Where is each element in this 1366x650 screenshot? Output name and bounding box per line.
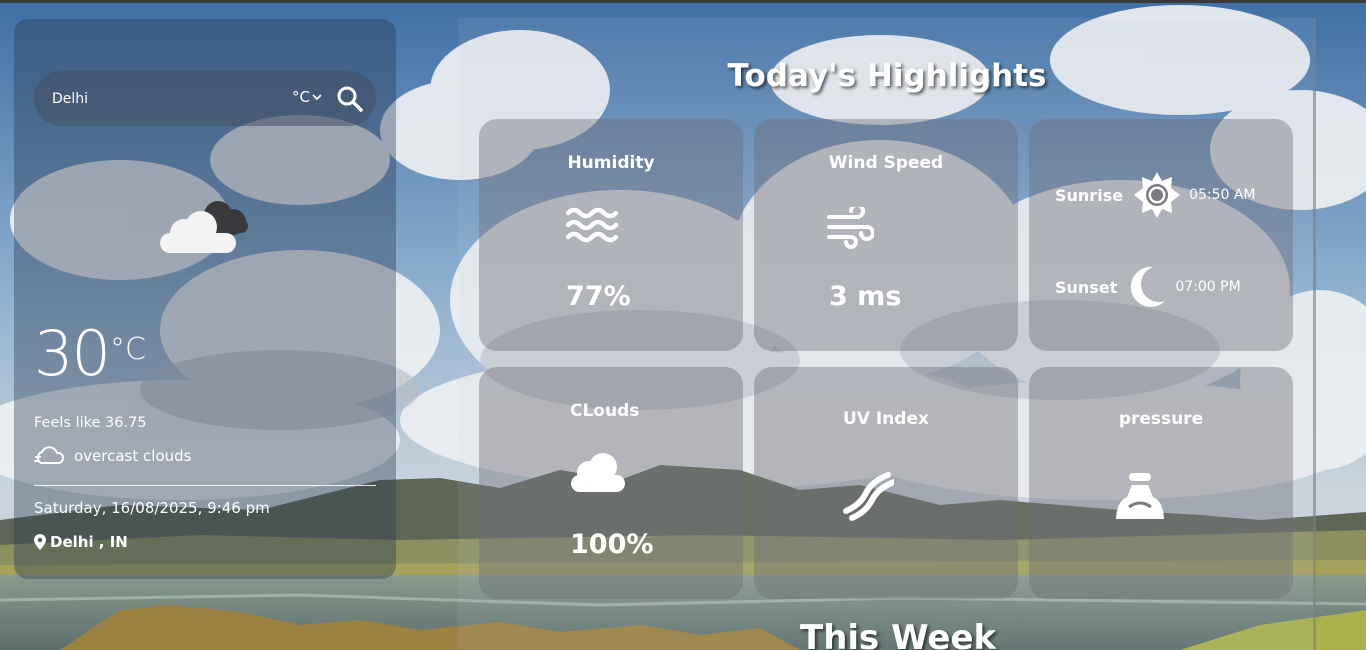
unit-select[interactable]: °C bbox=[292, 88, 322, 106]
humidity-label: Humidity bbox=[567, 153, 655, 173]
sunset-row: Sunset 07:00 PM bbox=[1055, 265, 1241, 309]
search-icon[interactable] bbox=[336, 85, 364, 113]
search-bar: °C bbox=[34, 71, 376, 126]
humidity-card: Humidity 77% bbox=[479, 119, 743, 351]
clouds-value: 100% bbox=[570, 529, 654, 560]
feels-like: Feels like 36.75 bbox=[34, 415, 147, 431]
location-name: Delhi , IN bbox=[50, 533, 128, 551]
cloud-icon bbox=[571, 453, 625, 492]
sunrise-time: 05:50 AM bbox=[1189, 187, 1256, 203]
current-temperature: 30 bbox=[34, 317, 111, 390]
uv-index-icon bbox=[843, 472, 894, 521]
moon-icon bbox=[1131, 266, 1166, 307]
sunrise-sunset-card: Sunrise 05:50 AM Sunset 07:00 PM bbox=[1029, 119, 1293, 351]
unit-select-label: °C bbox=[292, 88, 310, 106]
sunset-time: 07:00 PM bbox=[1175, 279, 1241, 295]
humidity-value: 77% bbox=[566, 281, 631, 312]
cloud-overcast-icon bbox=[160, 201, 248, 253]
humidity-waves-icon bbox=[565, 207, 619, 243]
cloud-outline-icon bbox=[34, 446, 65, 464]
sun-icon bbox=[1134, 172, 1181, 218]
top-border bbox=[0, 0, 1366, 3]
pressure-label: pressure bbox=[1118, 409, 1204, 429]
divider bbox=[34, 485, 376, 486]
sunrise-row: Sunrise 05:50 AM bbox=[1055, 171, 1256, 219]
wind-speed-label: Wind Speed bbox=[828, 153, 944, 173]
temperature-unit: °C bbox=[110, 332, 146, 367]
pressure-volcano-icon bbox=[1116, 473, 1164, 519]
uv-index-card: UV Index bbox=[754, 367, 1018, 599]
date-time: Saturday, 16/08/2025, 9:46 pm bbox=[34, 499, 270, 517]
location-row: Delhi , IN bbox=[34, 533, 128, 551]
sunrise-label: Sunrise bbox=[1055, 185, 1124, 205]
sunset-label: Sunset bbox=[1055, 277, 1118, 297]
this-week-title: This Week bbox=[800, 618, 997, 650]
weather-description-row: overcast clouds bbox=[34, 445, 191, 467]
clouds-card: CLouds 100% bbox=[479, 367, 743, 599]
current-weather-panel: °C 30 °C Feels like 36.75 overcast cloud… bbox=[14, 19, 396, 579]
location-pin-icon bbox=[34, 534, 46, 550]
weather-description: overcast clouds bbox=[74, 447, 192, 465]
wind-speed-value: 3 ms bbox=[829, 281, 902, 312]
highlights-title: Today's Highlights bbox=[727, 58, 1047, 94]
city-search-input[interactable] bbox=[52, 90, 262, 107]
chevron-down-icon bbox=[312, 94, 322, 101]
pressure-card: pressure bbox=[1029, 367, 1293, 599]
uv-index-label: UV Index bbox=[843, 409, 929, 429]
wind-speed-card: Wind Speed 3 ms bbox=[754, 119, 1018, 351]
clouds-label: CLouds bbox=[570, 401, 640, 421]
wind-icon bbox=[827, 207, 874, 249]
